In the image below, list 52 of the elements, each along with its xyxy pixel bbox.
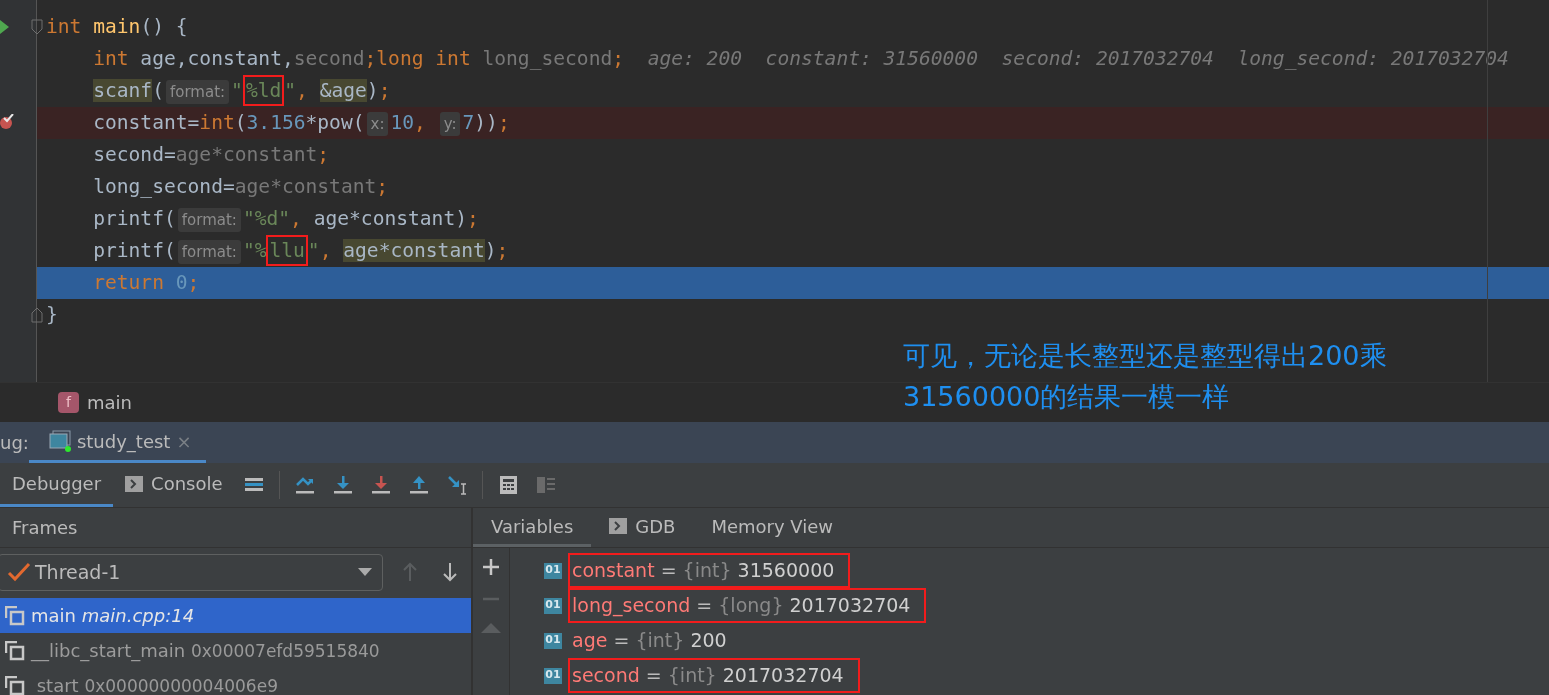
calculator-icon[interactable]: [497, 475, 518, 495]
panel-tab[interactable]: Memory View: [693, 508, 852, 547]
step-into-icon[interactable]: [332, 475, 353, 495]
variable-entry[interactable]: long_second = {long} 2017032704: [568, 588, 927, 623]
fold-icon[interactable]: [31, 307, 43, 323]
variable-icon: 01: [544, 597, 562, 614]
variable-icon: 01: [544, 562, 562, 579]
variable-icon: 01: [544, 667, 562, 684]
step-over-icon[interactable]: [294, 475, 315, 495]
annotation-text: 可见，无论是长整型还是整型得出200乘 31560000的结果一模一样: [903, 339, 1387, 414]
breadcrumb-item[interactable]: main: [87, 389, 132, 416]
code-text: int age,constant,second;long int long_second;: [93, 46, 625, 73]
code-text: constant=int(3.156*pow( x: 10, y: 7));: [93, 110, 510, 138]
panel-tab[interactable]: Variables: [473, 508, 592, 547]
panel-title: Frames: [12, 516, 78, 540]
caret-icon: [358, 568, 372, 576]
down-arrow-icon[interactable]: [442, 562, 458, 582]
force-step-into-icon[interactable]: [370, 475, 391, 495]
variable-icon: 01: [544, 632, 562, 649]
code-text: long_second=age*constant;: [93, 174, 389, 201]
window-icon: [48, 430, 71, 452]
breakpoint-icon[interactable]: [0, 114, 14, 130]
check-icon: [7, 562, 31, 582]
console-icon: [609, 518, 628, 534]
code-text: printf( format: "%llu", age*constant);: [93, 236, 509, 266]
frame-icon: [5, 605, 25, 626]
run-to-cursor-icon[interactable]: [446, 475, 467, 495]
code-text: second=age*constant;: [93, 142, 330, 169]
frame-icon: [5, 640, 25, 661]
add-icon[interactable]: [482, 558, 500, 576]
frame-row[interactable]: start 0x00000000004006e9: [0, 668, 471, 695]
debug-label: ug:: [0, 431, 29, 455]
frame-icon: [5, 675, 25, 695]
variable-entry[interactable]: second = {int} 2017032704: [568, 658, 860, 693]
variable-entry[interactable]: constant = {int} 31560000: [568, 553, 851, 588]
code-text: }: [46, 302, 58, 329]
frame-row[interactable]: __libc_start_main 0x00007efd59515840: [0, 633, 471, 668]
run-icon[interactable]: [0, 20, 10, 34]
console-tab[interactable]: Console: [113, 463, 235, 507]
thread-dropdown[interactable]: Thread-1: [0, 553, 383, 591]
gdb-tab[interactable]: GDB: [591, 508, 694, 547]
variable-entry[interactable]: age = {int} 200: [568, 623, 735, 658]
console-icon: [125, 475, 144, 492]
step-out-icon[interactable]: [408, 475, 429, 495]
code-text: printf( format: "%d", age*constant);: [93, 206, 479, 234]
code-text: return 0;: [93, 270, 200, 297]
frame-row[interactable]: main main.cpp:14: [0, 598, 471, 633]
code-text: int main() {: [46, 14, 188, 41]
function-icon: f: [58, 392, 79, 413]
code-text: scanf( format: "%ld", &age);: [93, 76, 391, 106]
fold-icon[interactable]: [31, 19, 43, 35]
inline-values: age: 200 constant: 31560000 second: 2017032704 long_second: 2017032704: [647, 46, 1509, 73]
